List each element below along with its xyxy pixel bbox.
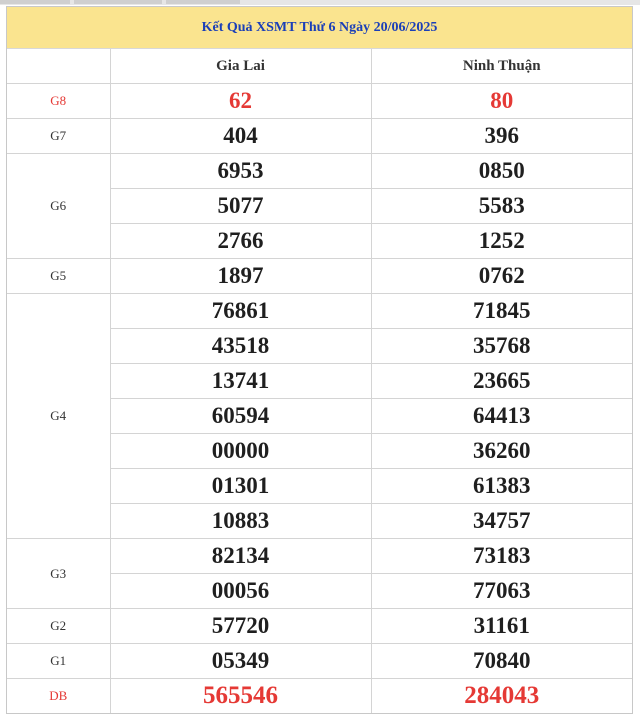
result-number: 70840 — [370, 643, 632, 679]
result-number: 13741 — [110, 363, 372, 399]
result-number: 77063 — [370, 573, 632, 609]
prize-label: DB — [7, 678, 111, 713]
result-number: 61383 — [370, 468, 632, 504]
results-title: Kết Quả XSMT Thứ 6 Ngày 20/06/2025 — [7, 7, 632, 49]
result-number: 6953 — [109, 153, 372, 189]
result-number: 01301 — [110, 468, 372, 504]
result-number: 62 — [109, 83, 372, 119]
result-number: 0762 — [370, 258, 632, 294]
header-row: Gia Lai Ninh Thuận — [7, 49, 632, 84]
result-number: 71845 — [370, 293, 632, 329]
result-number: 5077 — [110, 188, 372, 224]
result-number: 34757 — [370, 503, 632, 539]
result-number: 36260 — [370, 433, 632, 469]
result-number: 396 — [370, 118, 632, 154]
prize-row: G7 404 396 — [7, 118, 632, 154]
prize-row: G6 6953 0850 — [7, 153, 632, 259]
result-number: 00000 — [110, 433, 372, 469]
result-number: 1252 — [370, 223, 632, 259]
prize-row: G5 1897 0762 — [7, 258, 632, 294]
result-number: 60594 — [110, 398, 372, 434]
prize-row: G3 82134 73183 — [7, 538, 632, 609]
result-number: 284043 — [370, 678, 632, 713]
result-number: 565546 — [109, 678, 372, 713]
result-number: 73183 — [370, 538, 632, 574]
result-number: 2766 — [110, 223, 372, 259]
prize-row: G2 57720 31161 — [7, 608, 632, 644]
province-header-2: Ninh Thuận — [370, 49, 632, 84]
tab-strip-segment — [166, 0, 240, 4]
result-number: 10883 — [110, 503, 372, 539]
result-number: 82134 — [109, 538, 372, 574]
tab-strip-segment — [0, 0, 70, 4]
prize-label: G8 — [7, 83, 111, 119]
prize-label: G4 — [7, 293, 111, 539]
result-number: 404 — [109, 118, 372, 154]
prize-row: G1 05349 70840 — [7, 643, 632, 679]
result-number: 05349 — [109, 643, 372, 679]
result-number: 1897 — [109, 258, 372, 294]
prize-label: G3 — [7, 538, 111, 609]
result-number: 0850 — [370, 153, 632, 189]
province-header-1: Gia Lai — [109, 49, 372, 84]
result-number: 5583 — [370, 188, 632, 224]
header-empty-cell — [7, 49, 111, 84]
result-number: 64413 — [370, 398, 632, 434]
result-number: 43518 — [110, 328, 372, 364]
prize-row: DB 565546 284043 — [7, 678, 632, 713]
result-number: 76861 — [109, 293, 372, 329]
prize-label: G6 — [7, 153, 111, 259]
result-number: 57720 — [109, 608, 372, 644]
result-number: 80 — [370, 83, 632, 119]
prize-label: G2 — [7, 608, 111, 644]
prize-row: G8 62 80 — [7, 83, 632, 119]
results-panel: Kết Quả XSMT Thứ 6 Ngày 20/06/2025 Gia L… — [6, 6, 633, 714]
result-number: 31161 — [370, 608, 632, 644]
prize-label: G5 — [7, 258, 111, 294]
results-table: Gia Lai Ninh Thuận G8 62 80 G7 404 396 G6 6953 0… — [7, 49, 632, 713]
tab-strip-segment — [74, 0, 162, 4]
result-number: 23665 — [370, 363, 632, 399]
prize-label: G7 — [7, 118, 111, 154]
prize-row: G4 76861 71845 — [7, 293, 632, 539]
result-number: 00056 — [110, 573, 372, 609]
top-tab-strip — [0, 0, 640, 5]
result-number: 35768 — [370, 328, 632, 364]
prize-label: G1 — [7, 643, 111, 679]
